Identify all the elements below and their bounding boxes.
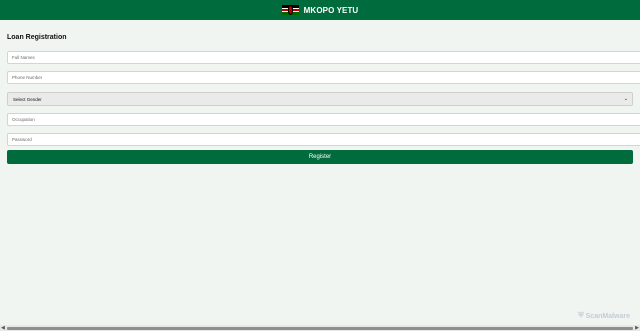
scroll-right-arrow-icon[interactable]: ▶ (635, 325, 639, 331)
gender-select[interactable]: Select Gender ⌄ (7, 92, 633, 106)
watermark-text: ScanMalware (585, 312, 630, 320)
scroll-left-arrow-icon[interactable]: ◀ (1, 325, 5, 331)
kenya-flag-icon (281, 5, 299, 16)
full-names-input[interactable] (7, 51, 640, 64)
scanmalware-logo-icon: ⛨ (578, 312, 584, 319)
gender-select-value: Select Gender (13, 96, 42, 102)
phone-number-input[interactable] (7, 71, 640, 84)
occupation-input[interactable] (7, 113, 640, 126)
brand-title: MKOPO YETU (303, 5, 359, 15)
horizontal-scrollbar[interactable]: ◀ ▶ (0, 325, 640, 331)
scrollbar-thumb[interactable] (7, 326, 633, 330)
password-input[interactable] (7, 133, 640, 146)
chevron-down-icon: ⌄ (623, 96, 628, 102)
brand: MKOPO YETU (281, 5, 359, 16)
register-button[interactable]: Register (7, 150, 633, 164)
page-title: Loan Registration (7, 34, 67, 41)
watermark: ⛨ ScanMalware (578, 312, 630, 320)
app-header: MKOPO YETU (0, 0, 640, 20)
